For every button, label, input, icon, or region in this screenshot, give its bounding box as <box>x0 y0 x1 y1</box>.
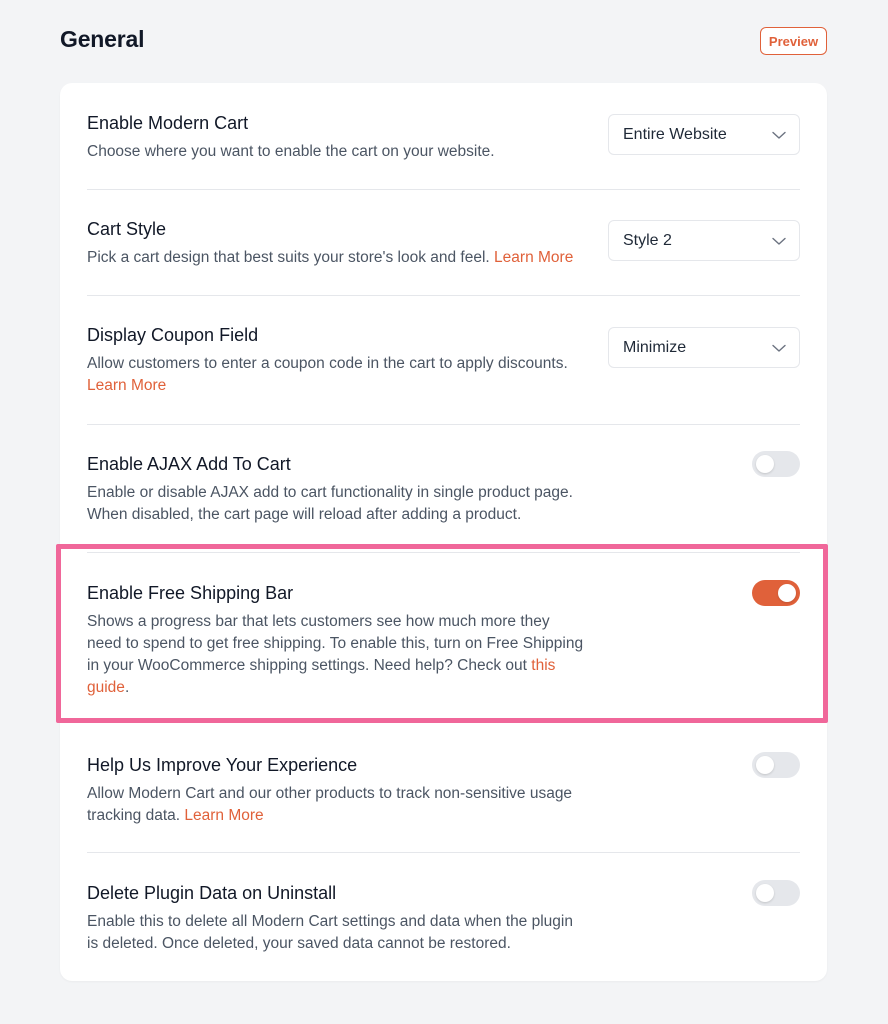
divider <box>87 295 800 296</box>
cart-style-select[interactable]: Style 2 <box>608 220 800 261</box>
setting-description-text: Pick a cart design that best suits your … <box>87 249 490 266</box>
setting-description: Pick a cart design that best suits your … <box>87 247 587 269</box>
setting-description-text: Shows a progress bar that lets customers… <box>87 613 584 674</box>
setting-description-text: Allow customers to enter a coupon code i… <box>87 355 568 372</box>
toggle-knob <box>756 455 774 473</box>
divider <box>87 552 800 553</box>
setting-title: Help Us Improve Your Experience <box>87 755 358 775</box>
setting-description-text: Allow Modern Cart and our other products… <box>87 785 573 824</box>
select-value: Entire Website <box>623 125 727 143</box>
divider <box>87 852 800 853</box>
setting-description: Shows a progress bar that lets customers… <box>87 611 587 699</box>
setting-row-cart-style: Cart Style Pick a cart design that best … <box>87 217 800 269</box>
preview-button[interactable]: Preview <box>760 27 827 55</box>
enable-modern-cart-select[interactable]: Entire Website <box>608 114 800 155</box>
setting-title: Delete Plugin Data on Uninstall <box>87 883 337 903</box>
delete-plugin-data-toggle[interactable] <box>752 880 800 906</box>
setting-title: Enable Free Shipping Bar <box>87 583 294 603</box>
setting-description: Allow customers to enter a coupon code i… <box>87 353 587 397</box>
toggle-knob <box>756 756 774 774</box>
setting-description-suffix: . <box>124 679 130 696</box>
setting-description-text: Enable this to delete all Modern Cart se… <box>87 913 573 952</box>
learn-more-link[interactable]: Learn More <box>494 249 573 266</box>
setting-row-enable-free-shipping-bar: Enable Free Shipping Bar Shows a progres… <box>87 580 800 699</box>
setting-description: Choose where you want to enable the cart… <box>87 141 587 163</box>
page-title: General <box>60 26 145 52</box>
setting-description-text: Enable or disable AJAX add to cart funct… <box>87 484 573 523</box>
select-value: Minimize <box>623 338 687 356</box>
setting-title: Enable AJAX Add To Cart <box>87 454 291 474</box>
learn-more-link[interactable]: Learn More <box>87 377 166 394</box>
setting-row-enable-modern-cart: Enable Modern Cart Choose where you want… <box>87 111 800 163</box>
setting-row-help-us-improve: Help Us Improve Your Experience Allow Mo… <box>87 752 800 827</box>
toggle-knob <box>778 584 796 602</box>
setting-description-text: Choose where you want to enable the cart… <box>87 143 495 160</box>
display-coupon-field-select[interactable]: Minimize <box>608 327 800 368</box>
toggle-knob <box>756 884 774 902</box>
setting-row-enable-ajax-add-to-cart: Enable AJAX Add To Cart Enable or disabl… <box>87 451 800 526</box>
chevron-down-icon <box>772 344 786 352</box>
setting-row-delete-plugin-data: Delete Plugin Data on Uninstall Enable t… <box>87 880 800 955</box>
general-settings-card: Enable Modern Cart Choose where you want… <box>60 83 827 981</box>
enable-free-shipping-bar-toggle[interactable] <box>752 580 800 606</box>
chevron-down-icon <box>772 237 786 245</box>
setting-description: Enable or disable AJAX add to cart funct… <box>87 482 587 526</box>
divider <box>87 424 800 425</box>
learn-more-link[interactable]: Learn More <box>184 807 263 824</box>
select-value: Style 2 <box>623 231 672 249</box>
enable-ajax-add-to-cart-toggle[interactable] <box>752 451 800 477</box>
setting-description: Allow Modern Cart and our other products… <box>87 783 587 827</box>
setting-description: Enable this to delete all Modern Cart se… <box>87 911 587 955</box>
divider <box>87 189 800 190</box>
help-us-improve-toggle[interactable] <box>752 752 800 778</box>
chevron-down-icon <box>772 131 786 139</box>
setting-row-display-coupon-field: Display Coupon Field Allow customers to … <box>87 323 800 397</box>
